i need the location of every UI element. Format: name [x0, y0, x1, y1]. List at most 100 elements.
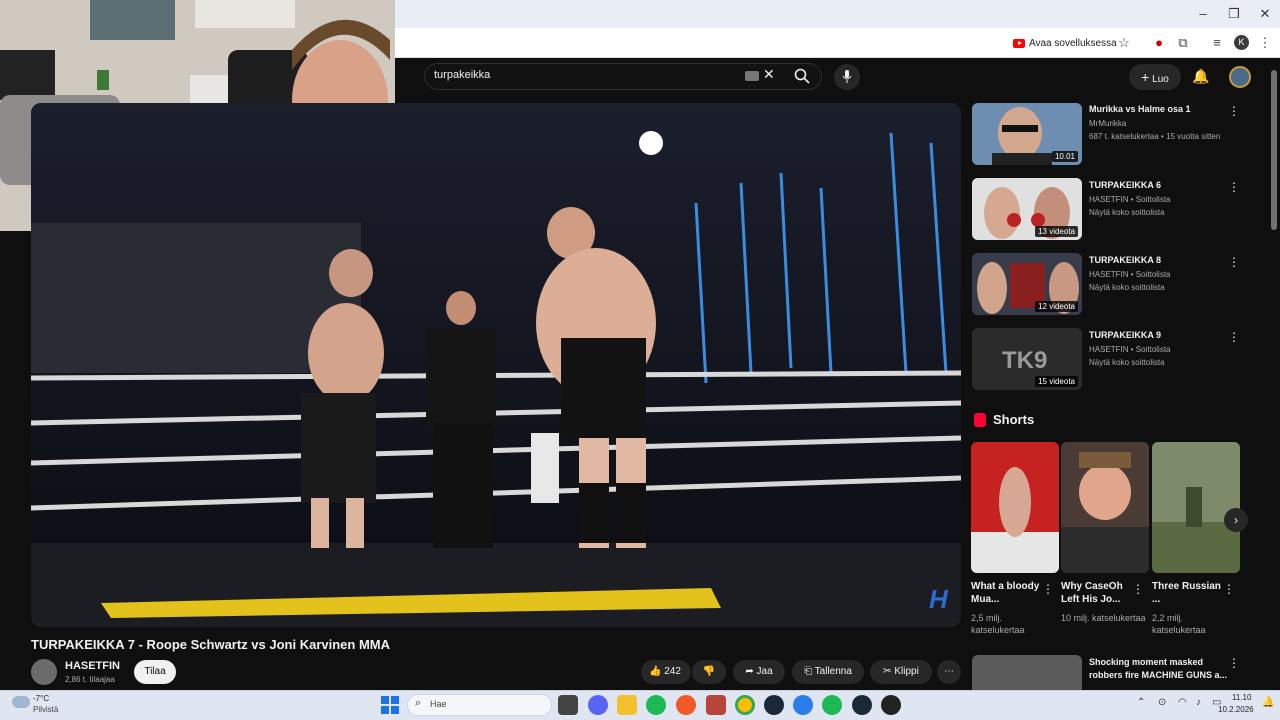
bookmark-icon: ⎗: [804, 666, 813, 677]
side-meta2-0: 687 t. katselukertaa • 15 vuotta sitten: [1089, 132, 1221, 141]
steam-icon[interactable]: [764, 695, 784, 715]
search-icon: ⌕: [415, 697, 422, 709]
playlist-count-badge: 13 videota: [1035, 226, 1078, 237]
weather-temp[interactable]: -7°C: [33, 694, 49, 703]
search-input[interactable]: turpakeikka: [434, 69, 490, 81]
create-button[interactable]: + Luo: [1129, 64, 1181, 90]
share-button[interactable]: ➦ Jaa: [733, 660, 785, 684]
like-button[interactable]: 👍 242: [641, 660, 691, 684]
account-avatar[interactable]: [1229, 66, 1251, 88]
taskbar-search[interactable]: [407, 694, 552, 716]
steam-icon[interactable]: [852, 695, 872, 715]
save-button[interactable]: ⎗ Tallenna: [792, 660, 864, 684]
extensions-puzzle-icon[interactable]: ⧉: [1174, 34, 1192, 52]
spotify-icon[interactable]: [822, 695, 842, 715]
profile-avatar[interactable]: K: [1234, 35, 1249, 50]
taskbar-search-placeholder[interactable]: Hae: [430, 699, 447, 709]
shorts-heading: Shorts: [993, 412, 1035, 427]
subscribe-button[interactable]: Tilaa: [134, 660, 176, 684]
thumbs-up-icon: 👍: [649, 666, 662, 677]
task-view-icon[interactable]: [558, 695, 578, 715]
more-options-icon[interactable]: ⋮: [1042, 582, 1054, 596]
notifications-icon[interactable]: 🔔: [1262, 697, 1274, 708]
dislike-button[interactable]: 👎: [692, 660, 726, 684]
keyboard-icon[interactable]: [745, 71, 759, 81]
subscriber-count: 2,86 t. tilaajaa: [65, 675, 115, 684]
app-icon[interactable]: [793, 695, 813, 715]
more-options-icon[interactable]: ⋮: [1228, 255, 1240, 269]
like-count: 242: [664, 666, 681, 677]
side-meta1-1: HASETFIN • Soittolista: [1089, 195, 1171, 204]
video-player[interactable]: H: [31, 103, 961, 627]
side-thumb-3[interactable]: TK9 15 videota: [972, 328, 1082, 390]
short-thumb-0[interactable]: [971, 442, 1059, 573]
wifi-icon[interactable]: ◠: [1178, 697, 1187, 708]
short-title-0[interactable]: What a bloody Mua...: [971, 580, 1041, 606]
side-title-next[interactable]: Shocking moment masked robbers fire MACH…: [1089, 656, 1229, 682]
short-thumb-1[interactable]: [1061, 442, 1149, 573]
weather-desc[interactable]: Pilvistä: [33, 705, 58, 714]
location-icon[interactable]: ⊙: [1158, 697, 1166, 708]
address-bar[interactable]: [395, 28, 1280, 58]
more-options-icon[interactable]: ⋮: [1228, 104, 1240, 118]
short-title-1[interactable]: Why CaseOh Left His Jo...: [1061, 580, 1131, 606]
side-thumb-0[interactable]: 10.01: [972, 103, 1082, 165]
windows-start-icon[interactable]: [381, 696, 399, 714]
side-thumb-2[interactable]: 12 videota: [972, 253, 1082, 315]
clip-button[interactable]: ✂ Klippi: [870, 660, 932, 684]
clear-search-icon[interactable]: ✕: [763, 66, 775, 83]
more-options-icon[interactable]: ⋮: [1132, 582, 1144, 596]
file-explorer-icon[interactable]: [617, 695, 637, 715]
channel-avatar[interactable]: [31, 659, 57, 685]
app-icon[interactable]: [676, 695, 696, 715]
chrome-icon[interactable]: [735, 695, 755, 715]
chrome-menu-icon[interactable]: ⋮: [1256, 34, 1274, 52]
more-options-icon[interactable]: ⋮: [1228, 330, 1240, 344]
spotify-icon[interactable]: [646, 695, 666, 715]
maximize-button[interactable]: ❐: [1219, 4, 1249, 24]
plus-icon: +: [1141, 69, 1150, 85]
more-options-icon[interactable]: ⋮: [1228, 656, 1240, 670]
open-in-app-button[interactable]: Avaa sovelluksessa: [1013, 34, 1117, 52]
cloud-icon[interactable]: [12, 696, 30, 708]
close-window-button[interactable]: ✕: [1250, 4, 1280, 24]
more-actions-button[interactable]: ⋯: [937, 660, 961, 684]
more-options-icon[interactable]: ⋮: [1228, 180, 1240, 194]
volume-icon[interactable]: ♪: [1196, 697, 1201, 708]
extension-badge-icon[interactable]: ●: [1150, 34, 1168, 52]
svg-text:H: H: [929, 584, 949, 614]
minimize-button[interactable]: –: [1188, 4, 1218, 24]
side-title-0[interactable]: Murikka vs Halme osa 1: [1089, 104, 1229, 114]
side-meta2-3[interactable]: Näytä koko soittolista: [1089, 358, 1165, 367]
page-scrollbar[interactable]: [1271, 70, 1277, 230]
channel-name[interactable]: HASETFIN: [65, 660, 120, 672]
shorts-next-button[interactable]: ›: [1224, 508, 1248, 532]
app-icon[interactable]: [881, 695, 901, 715]
discord-icon[interactable]: [588, 695, 608, 715]
notifications-bell-icon[interactable]: 🔔: [1192, 68, 1209, 85]
side-meta2-1[interactable]: Näytä koko soittolista: [1089, 208, 1165, 217]
short-meta-0: 2,5 milj. katselukertaa: [971, 613, 1025, 635]
side-meta2-2[interactable]: Näytä koko soittolista: [1089, 283, 1165, 292]
search-button[interactable]: [782, 63, 822, 90]
side-thumb-next[interactable]: [972, 655, 1082, 690]
playlist-count-badge: 15 videota: [1035, 376, 1078, 387]
app-icon[interactable]: [706, 695, 726, 715]
clock-time[interactable]: 11.10: [1232, 693, 1251, 702]
side-title-1[interactable]: TURPAKEIKKA 6: [1089, 180, 1229, 190]
clock-date[interactable]: 10.2.2026: [1218, 705, 1254, 714]
voice-search-button[interactable]: [834, 64, 860, 90]
short-meta-2: 2,2 milj. katselukertaa: [1152, 613, 1206, 635]
shorts-logo-icon: [974, 413, 986, 427]
short-title-2[interactable]: Three Russian ...: [1152, 580, 1222, 606]
more-options-icon[interactable]: ⋮: [1223, 582, 1235, 596]
youtube-logo-icon: [1013, 38, 1025, 48]
open-in-app-label: Avaa sovelluksessa: [1029, 37, 1117, 49]
bookmark-star-icon[interactable]: ☆: [1115, 34, 1133, 52]
side-title-2[interactable]: TURPAKEIKKA 8: [1089, 255, 1229, 265]
side-title-3[interactable]: TURPAKEIKKA 9: [1089, 330, 1229, 340]
media-control-icon[interactable]: ≡: [1208, 34, 1226, 52]
chevron-up-icon[interactable]: ⌃: [1137, 697, 1145, 708]
short-thumb-2[interactable]: [1152, 442, 1240, 573]
side-thumb-1[interactable]: 13 videota: [972, 178, 1082, 240]
